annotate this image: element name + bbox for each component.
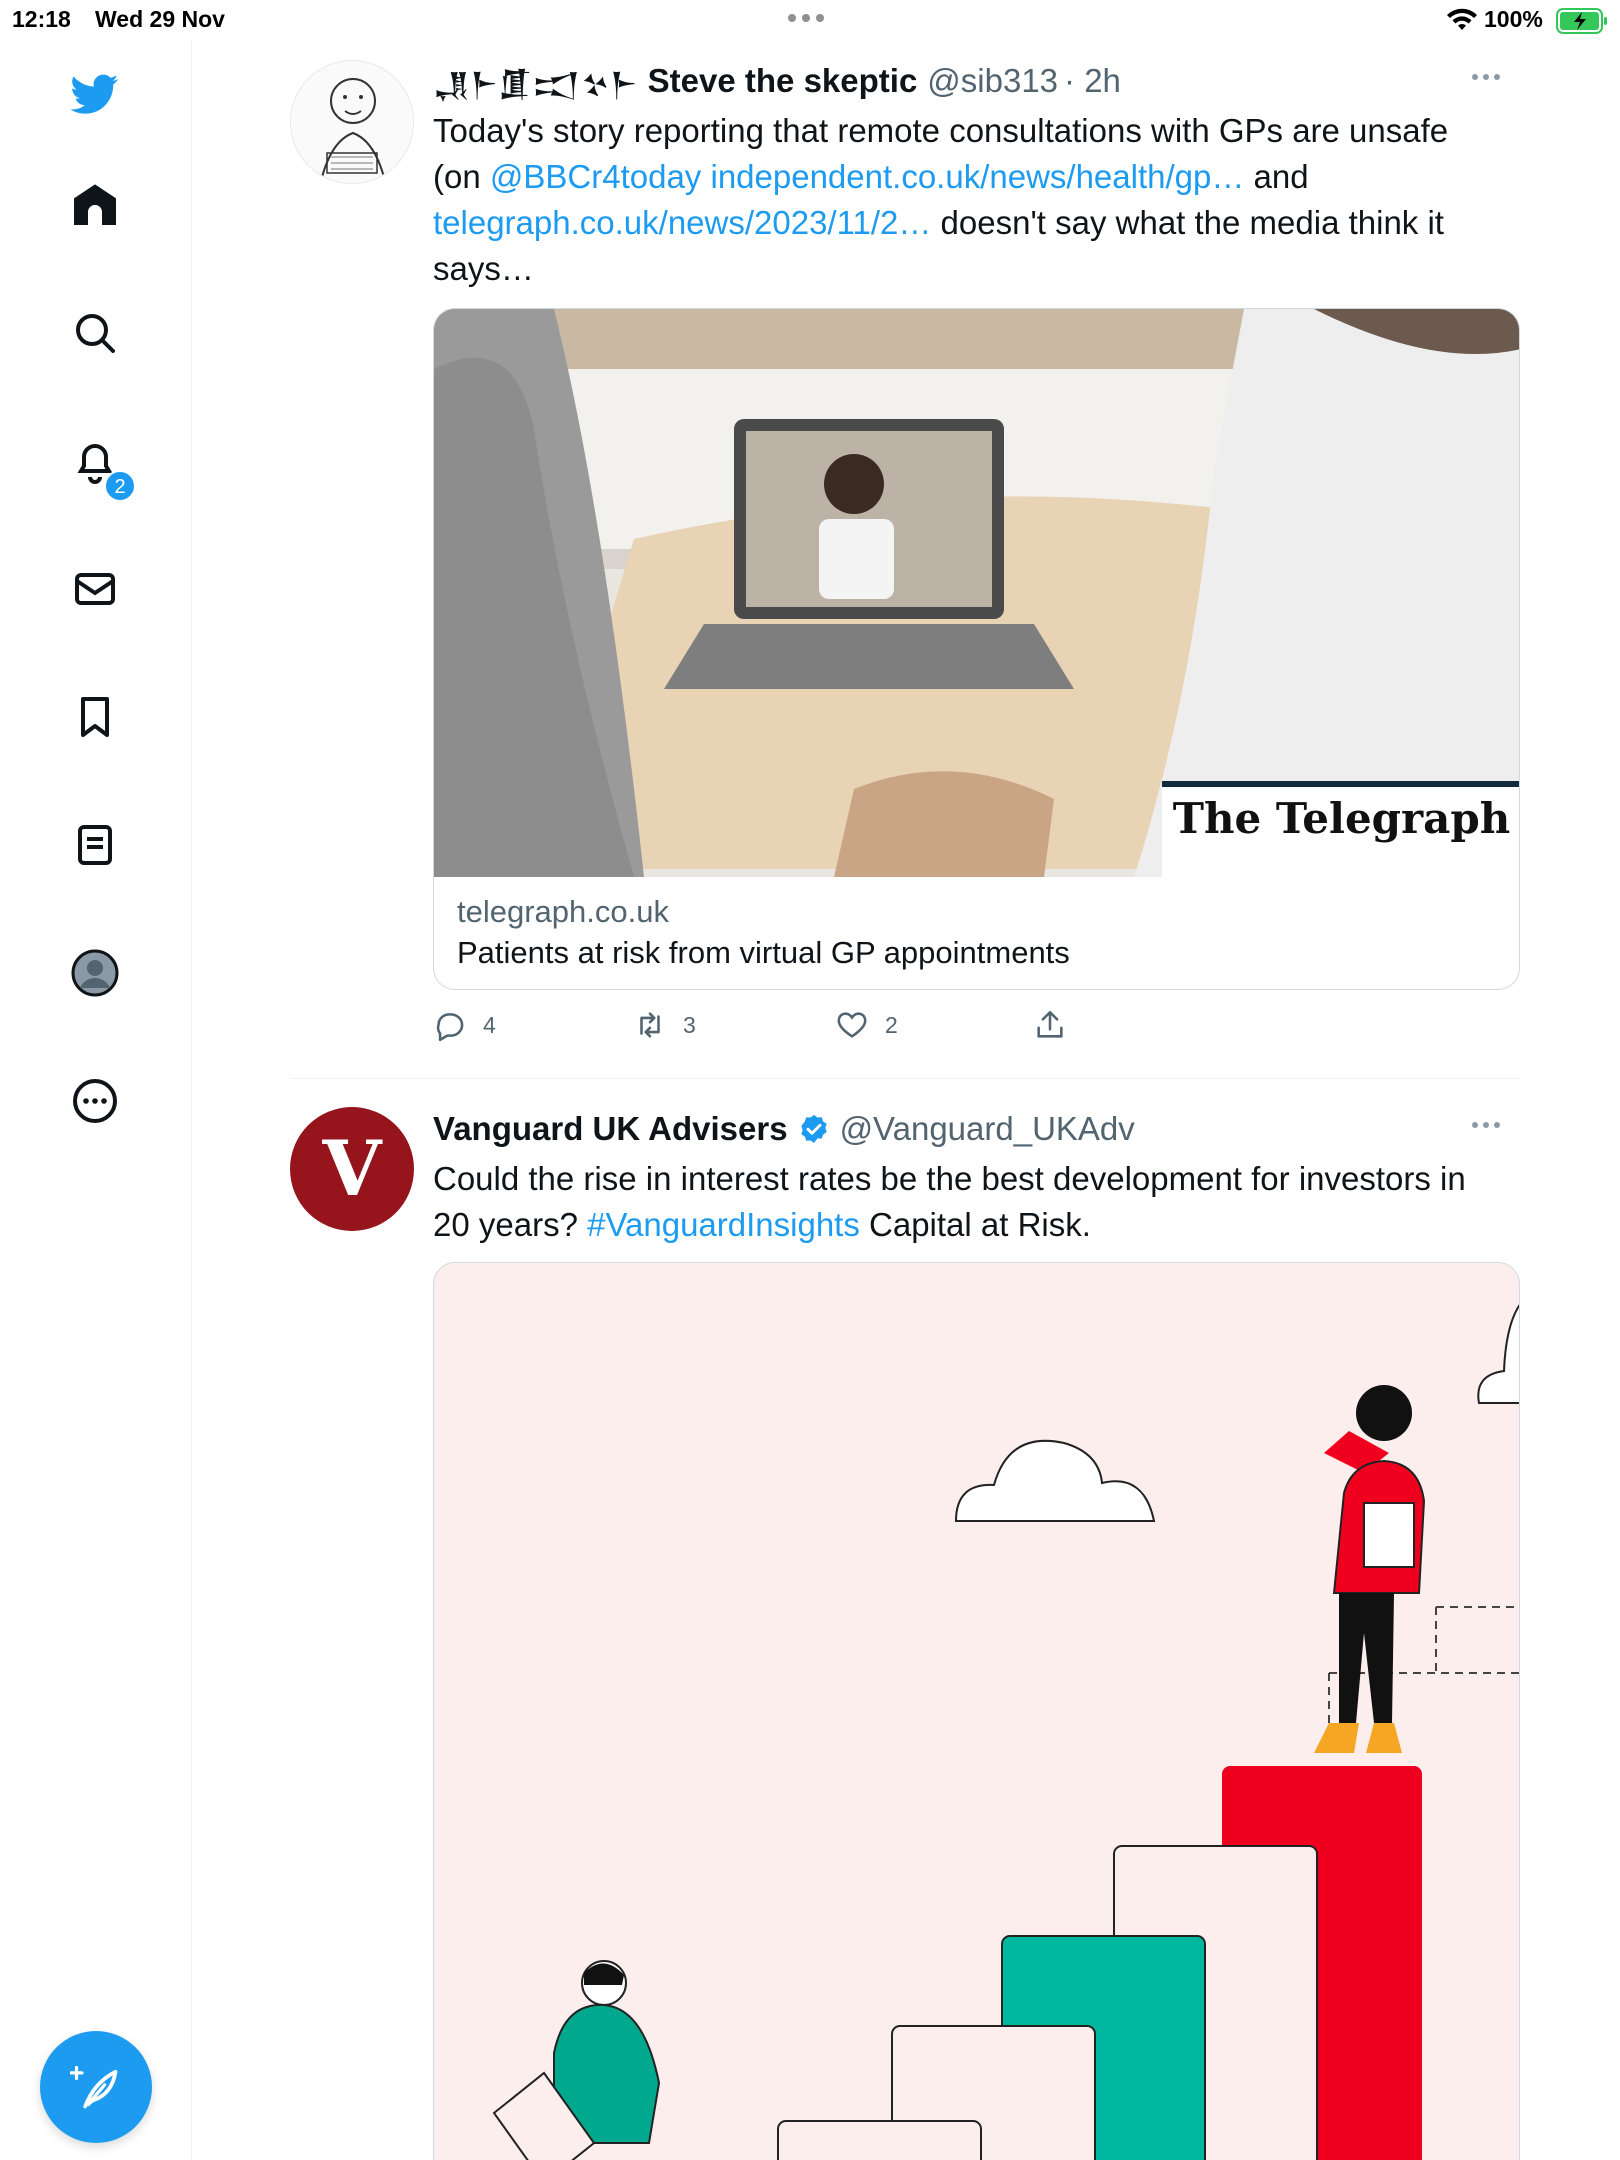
home-icon[interactable]	[66, 176, 124, 234]
user-handle[interactable]: @sib313	[927, 62, 1058, 100]
compose-tweet-button[interactable]	[40, 2031, 152, 2143]
retweet-button[interactable]: 3	[633, 1008, 696, 1042]
status-time: 12:18	[12, 6, 71, 32]
more-options-icon[interactable]	[1472, 74, 1500, 80]
share-button[interactable]	[1033, 1008, 1067, 1042]
share-icon	[1037, 1010, 1063, 1038]
more-options-icon[interactable]	[1472, 1122, 1500, 1128]
profile-icon[interactable]	[66, 944, 124, 1002]
sidebar-nav: 2	[0, 40, 192, 2160]
tweet-header: 𒂗𒈨𒂠𒀊𒆳𒈨 Steve the skeptic @sib313 · 2h	[433, 58, 1520, 104]
mention-link[interactable]: @BBCr4today	[490, 158, 701, 195]
verified-badge-icon	[800, 1115, 827, 1143]
telegraph-logo: The Telegraph	[1172, 794, 1511, 843]
card-image	[434, 309, 1519, 877]
heart-icon	[837, 1012, 867, 1038]
reply-button[interactable]: 4	[433, 1008, 496, 1042]
status-bar: 12:18 Wed 29 Nov 100%	[0, 0, 1620, 40]
search-icon[interactable]	[66, 304, 124, 362]
multitasking-dots-icon[interactable]	[788, 14, 824, 22]
tweet-text: Could the rise in interest rates be the …	[433, 1160, 1466, 1243]
wifi-icon	[1447, 8, 1477, 30]
tweet-text: Today's story reporting that remote cons…	[433, 112, 1449, 287]
like-button[interactable]: 2	[835, 1008, 898, 1042]
illustration-image	[434, 1263, 1519, 2160]
avatar[interactable]	[290, 60, 414, 184]
link-card[interactable]: The Telegraph telegraph.co.uk Patients a…	[433, 308, 1520, 990]
tweet-header: Vanguard UK Advisers @Vanguard_UKAdv	[433, 1106, 1520, 1152]
tweet[interactable]: 𒂗𒈨𒂠𒀊𒆳𒈨 Steve the skeptic @sib313 · 2h To…	[290, 58, 1520, 1068]
like-count: 2	[885, 1011, 898, 1038]
avatar[interactable]: V	[290, 1107, 414, 1231]
battery-charging-icon	[1556, 8, 1607, 34]
url-link[interactable]: telegraph.co.uk/news/2023/11/2…	[433, 204, 931, 241]
tweet[interactable]: V Vanguard UK Advisers @Vanguard_UKAdv C…	[290, 1106, 1520, 2160]
messages-icon[interactable]	[66, 560, 124, 618]
bookmarks-icon[interactable]	[66, 688, 124, 746]
url-link[interactable]: independent.co.uk/news/health/gp…	[710, 158, 1244, 195]
tweet-divider	[290, 1078, 1520, 1079]
more-icon[interactable]	[66, 1072, 124, 1130]
retweet-count: 3	[683, 1011, 696, 1038]
retweet-icon	[640, 1012, 660, 1038]
lists-icon[interactable]	[66, 816, 124, 874]
user-handle[interactable]: @Vanguard_UKAdv	[840, 1110, 1135, 1148]
compose-tweet-icon	[70, 2065, 118, 2109]
vanguard-logo: V	[322, 1124, 382, 1213]
tweet-time[interactable]: · 2h	[1064, 62, 1121, 100]
tweet-actions: 4 3 2	[433, 1008, 1133, 1048]
card-title: Patients at risk from virtual GP appoint…	[457, 935, 1070, 970]
notification-badge: 2	[104, 470, 136, 502]
display-name[interactable]: Steve the skeptic	[648, 62, 918, 100]
reply-count: 4	[483, 1011, 496, 1038]
display-name[interactable]: Vanguard UK Advisers	[433, 1110, 788, 1148]
battery-percentage: 100%	[1484, 6, 1543, 32]
card-domain: telegraph.co.uk	[457, 894, 669, 929]
reply-icon	[436, 1013, 464, 1042]
tweet-media[interactable]	[433, 1262, 1520, 2160]
hashtag-link[interactable]: #VanguardInsights	[587, 1206, 860, 1243]
twitter-logo-icon[interactable]	[66, 65, 124, 123]
status-date: Wed 29 Nov	[95, 6, 225, 32]
